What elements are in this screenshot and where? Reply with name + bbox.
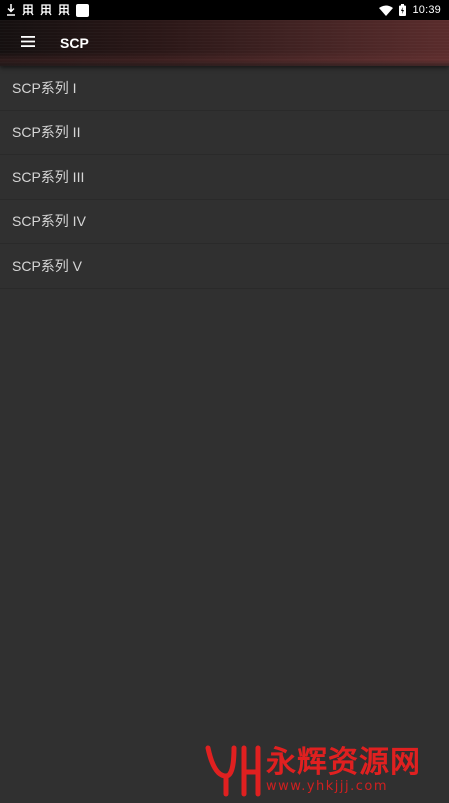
- list-item-series-4[interactable]: SCP系列 IV: [0, 200, 449, 244]
- menu-button[interactable]: [0, 20, 56, 66]
- list-item-label: SCP系列 I: [12, 79, 77, 96]
- list-item-label: SCP系列 IV: [12, 213, 86, 230]
- watermark-title: 永辉资源网: [266, 745, 421, 780]
- status-left-icons: [6, 0, 89, 20]
- bug-icon: [40, 4, 52, 16]
- series-list: SCP系列 I SCP系列 II SCP系列 III SCP系列 IV SCP系…: [0, 66, 449, 289]
- list-item-label: SCP系列 II: [12, 124, 81, 141]
- list-item-series-2[interactable]: SCP系列 II: [0, 111, 449, 155]
- wifi-icon: [379, 5, 394, 16]
- list-item-label: SCP系列 III: [12, 168, 85, 185]
- list-item-series-5[interactable]: SCP系列 V: [0, 244, 449, 289]
- square-notification-icon: [76, 3, 89, 17]
- list-item-label: SCP系列 V: [12, 257, 83, 274]
- app-bar: SCP: [0, 20, 449, 66]
- status-right-icons: 10:39: [379, 0, 441, 20]
- status-bar: 10:39: [0, 0, 449, 20]
- bug-icon: [58, 4, 70, 16]
- list-item-series-3[interactable]: SCP系列 III: [0, 155, 449, 200]
- hamburger-icon: [21, 34, 35, 52]
- clock-time: 10:39: [412, 4, 441, 16]
- download-icon: [6, 4, 16, 16]
- watermark-logo-icon: [200, 742, 262, 798]
- watermark: 永辉资源网 www.yhkjjj.com: [200, 740, 449, 800]
- list-item-series-1[interactable]: SCP系列 I: [0, 66, 449, 111]
- battery-icon: [399, 4, 407, 16]
- bug-icon: [22, 4, 34, 16]
- page-title: SCP: [60, 35, 89, 51]
- watermark-url: www.yhkjjj.com: [266, 779, 389, 794]
